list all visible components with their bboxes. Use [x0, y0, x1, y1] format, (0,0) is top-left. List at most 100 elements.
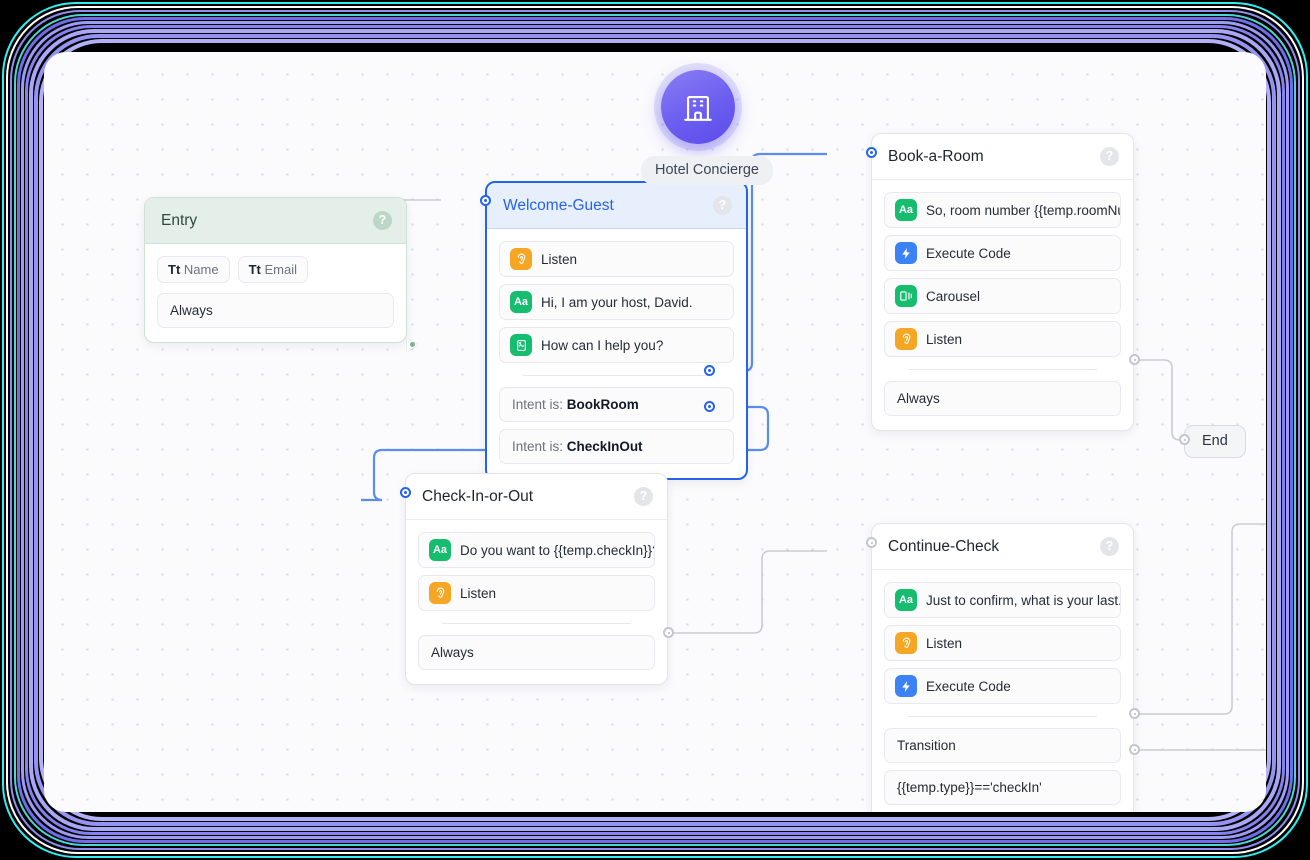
- listen-ear-icon: [895, 632, 917, 654]
- continue-check-condition-port[interactable]: [1129, 744, 1140, 755]
- step-label: Listen: [460, 585, 497, 601]
- listen-ear-icon: [895, 328, 917, 350]
- node-book-a-room-header[interactable]: Book-a-Room ?: [872, 134, 1133, 180]
- node-continue-check-header[interactable]: Continue-Check ?: [872, 524, 1133, 570]
- step-row[interactable]: Aa Hi, I am your host, David.: [499, 284, 734, 320]
- step-label: Execute Code: [926, 678, 1011, 694]
- step-row[interactable]: Listen: [884, 321, 1121, 357]
- step-row[interactable]: Listen: [418, 575, 655, 611]
- execute-code-icon: [895, 675, 917, 697]
- transition-row[interactable]: Always: [418, 635, 655, 670]
- node-check-in-or-out-body: Aa Do you want to {{temp.checkIn}}? List…: [406, 520, 667, 684]
- step-row[interactable]: Aa Do you want to {{temp.checkIn}}?: [418, 532, 655, 568]
- help-icon[interactable]: ?: [1100, 537, 1119, 556]
- variable-chip[interactable]: Tt Email: [237, 256, 309, 283]
- continue-check-transition-port[interactable]: [1129, 708, 1140, 719]
- transition-row[interactable]: Transition: [884, 728, 1121, 763]
- variable-type-prefix: Tt: [168, 262, 181, 277]
- node-entry-title: Entry: [161, 211, 198, 229]
- transition-label: Always: [170, 303, 213, 318]
- continue-check-input-port[interactable]: [866, 537, 877, 548]
- node-welcome-guest-body: Listen Aa Hi, I am your host, David. How…: [487, 229, 746, 478]
- transition-value: CheckInOut: [566, 439, 643, 454]
- transition-label: Always: [897, 391, 940, 406]
- transition-row[interactable]: Intent is: BookRoom: [499, 387, 734, 422]
- check-in-or-out-input-port[interactable]: [400, 487, 411, 498]
- transition-row[interactable]: Always: [157, 293, 394, 328]
- variable-chip[interactable]: Tt Name: [157, 256, 230, 283]
- step-label: Do you want to {{temp.checkIn}}?: [460, 542, 655, 558]
- transition-label: {{temp.type}}=='checkIn': [897, 780, 1042, 795]
- card-message-icon: [510, 334, 532, 356]
- help-icon[interactable]: ?: [1100, 147, 1119, 166]
- step-label: Carousel: [926, 288, 981, 304]
- carousel-icon: [895, 285, 917, 307]
- help-icon[interactable]: ?: [713, 196, 732, 215]
- step-row[interactable]: Aa Just to confirm, what is your last...: [884, 582, 1121, 618]
- text-message-icon: Aa: [895, 199, 917, 221]
- node-welcome-guest-header[interactable]: Welcome-Guest ?: [487, 183, 746, 229]
- step-label: Just to confirm, what is your last...: [926, 592, 1121, 608]
- node-end[interactable]: End: [1184, 425, 1246, 458]
- node-entry-body: Tt Name Tt Email Always: [145, 244, 406, 342]
- node-book-a-room[interactable]: Book-a-Room ? Aa So, room number {{temp.…: [871, 133, 1134, 431]
- flow-canvas[interactable]: Hotel Concierge Entry ? Tt Name Tt Email…: [44, 52, 1266, 812]
- step-row[interactable]: Execute Code: [884, 668, 1121, 704]
- welcome-guest-checkinout-port[interactable]: [704, 401, 715, 412]
- step-row[interactable]: How can I help you?: [499, 327, 734, 363]
- step-label: Hi, I am your host, David.: [541, 294, 693, 310]
- step-row[interactable]: Aa So, room number {{temp.roomNu...: [884, 192, 1121, 228]
- listen-ear-icon: [429, 582, 451, 604]
- agent-avatar[interactable]: [661, 70, 735, 144]
- node-welcome-guest[interactable]: Welcome-Guest ? Listen Aa Hi, I am your …: [485, 181, 748, 480]
- node-continue-check-body: Aa Just to confirm, what is your last...…: [872, 570, 1133, 812]
- node-entry-header[interactable]: Entry ?: [145, 198, 406, 244]
- text-message-icon: Aa: [429, 539, 451, 561]
- node-check-in-or-out-title: Check-In-or-Out: [422, 487, 534, 505]
- transition-label: Transition: [897, 738, 956, 753]
- node-book-a-room-body: Aa So, room number {{temp.roomNu... Exec…: [872, 180, 1133, 430]
- step-label: Execute Code: [926, 245, 1011, 261]
- execute-code-icon: [895, 242, 917, 264]
- step-label: Listen: [926, 635, 963, 651]
- check-in-or-out-always-port[interactable]: [663, 627, 674, 638]
- transition-row[interactable]: Always: [884, 381, 1121, 416]
- step-row[interactable]: Execute Code: [884, 235, 1121, 271]
- help-icon[interactable]: ?: [373, 211, 392, 230]
- variable-type-prefix: Tt: [248, 262, 261, 277]
- step-row[interactable]: Listen: [884, 625, 1121, 661]
- welcome-guest-bookroom-port[interactable]: [704, 365, 715, 376]
- book-a-room-input-port[interactable]: [866, 147, 877, 158]
- variable-label: Name: [183, 262, 219, 277]
- node-continue-check[interactable]: Continue-Check ? Aa Just to confirm, wha…: [871, 523, 1134, 812]
- node-check-in-or-out-header[interactable]: Check-In-or-Out ?: [406, 474, 667, 520]
- agent-name-label: Hotel Concierge: [641, 156, 773, 185]
- transition-row[interactable]: {{temp.type}}=='checkIn': [884, 770, 1121, 805]
- node-entry[interactable]: Entry ? Tt Name Tt Email Always: [144, 197, 407, 343]
- welcome-guest-input-port[interactable]: [480, 195, 491, 206]
- node-divider: [908, 716, 1097, 717]
- step-label: Listen: [541, 251, 578, 267]
- text-message-icon: Aa: [895, 589, 917, 611]
- node-divider: [523, 375, 710, 376]
- end-input-port[interactable]: [1179, 434, 1190, 445]
- entry-variable-chips: Tt Name Tt Email: [157, 256, 394, 283]
- transition-row[interactable]: Intent is: CheckInOut: [499, 429, 734, 464]
- step-row[interactable]: Carousel: [884, 278, 1121, 314]
- listen-ear-icon: [510, 248, 532, 270]
- node-book-a-room-title: Book-a-Room: [888, 147, 984, 165]
- entry-output-port-dot: [410, 342, 415, 347]
- node-welcome-guest-title: Welcome-Guest: [503, 196, 614, 214]
- hotel-building-icon: [684, 96, 712, 121]
- node-check-in-or-out[interactable]: Check-In-or-Out ? Aa Do you want to {{te…: [405, 473, 668, 685]
- node-continue-check-title: Continue-Check: [888, 537, 1000, 555]
- text-message-icon: Aa: [510, 291, 532, 313]
- node-divider: [908, 369, 1097, 370]
- transition-prefix: Intent is:: [512, 397, 564, 412]
- book-a-room-always-port[interactable]: [1129, 354, 1140, 365]
- step-row[interactable]: Listen: [499, 241, 734, 277]
- step-label: How can I help you?: [541, 337, 664, 353]
- help-icon[interactable]: ?: [634, 487, 653, 506]
- end-label: End: [1202, 433, 1228, 449]
- variable-label: Email: [264, 262, 298, 277]
